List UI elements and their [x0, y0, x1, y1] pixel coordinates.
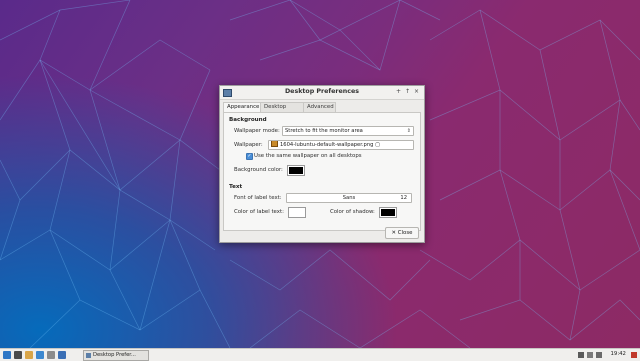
desktop-icon[interactable]: [14, 351, 22, 359]
tab-advanced[interactable]: Advanced: [303, 102, 336, 112]
window-icon: [86, 353, 91, 358]
wallpaper-label: Wallpaper:: [234, 142, 263, 148]
shadow-color-button[interactable]: [379, 207, 397, 218]
task-label: Desktop Prefer...: [93, 352, 136, 358]
titlebar[interactable]: Desktop Preferences + ↑ ×: [220, 86, 424, 100]
folder-open-icon: ▢: [375, 142, 380, 148]
bg-color-label: Background color:: [234, 167, 283, 173]
workspace-icon[interactable]: [58, 351, 66, 359]
wallpaper-file-button[interactable]: 1604-lubuntu-default-wallpaper.png ▢: [268, 140, 414, 150]
text-section-title: Text: [229, 184, 243, 190]
battery-icon[interactable]: [596, 352, 602, 358]
menu-icon[interactable]: [3, 351, 11, 359]
folder-icon[interactable]: [25, 351, 33, 359]
close-button-label: Close: [397, 230, 413, 236]
label-color-button[interactable]: [288, 207, 306, 218]
appearance-panel: Background Wallpaper mode: Stretch to fi…: [223, 112, 421, 231]
background-section-title: Background: [229, 117, 267, 123]
font-size: 12: [400, 195, 407, 201]
label-color-label: Color of label text:: [234, 209, 284, 215]
bg-color-button[interactable]: [287, 165, 305, 176]
shadow-color-swatch: [381, 209, 395, 216]
chevron-updown-icon: ⇕: [406, 128, 411, 134]
network-icon[interactable]: [578, 352, 584, 358]
maximize-button[interactable]: ↑: [404, 88, 411, 96]
font-label: Font of label text:: [234, 195, 282, 201]
font-name: Sans: [342, 195, 356, 201]
clock[interactable]: 19:42: [610, 351, 626, 357]
volume-icon[interactable]: [587, 352, 593, 358]
taskbar-task-desktop-preferences[interactable]: Desktop Prefer...: [83, 350, 149, 361]
image-file-icon: [271, 141, 278, 147]
close-button[interactable]: ✕ Close: [385, 227, 419, 239]
wallpaper-mode-value: Stretch to fit the monitor area: [285, 128, 363, 134]
wallpaper-mode-select[interactable]: Stretch to fit the monitor area ⇕: [282, 126, 414, 136]
same-wallpaper-label: Use the same wallpaper on all desktops: [254, 153, 362, 159]
minimize-button[interactable]: +: [395, 88, 402, 96]
wallpaper-filename: 1604-lubuntu-default-wallpaper.png: [280, 142, 374, 148]
close-window-button[interactable]: ×: [413, 88, 420, 96]
same-wallpaper-checkbox[interactable]: ✓: [246, 153, 253, 160]
shadow-color-label: Color of shadow:: [330, 209, 375, 215]
terminal-icon[interactable]: [47, 351, 55, 359]
power-icon[interactable]: [631, 352, 637, 358]
wallpaper-mode-label: Wallpaper mode:: [234, 128, 280, 134]
tab-desktop-icons[interactable]: Desktop Icons: [260, 102, 304, 119]
browser-icon[interactable]: [36, 351, 44, 359]
close-icon: ✕: [391, 230, 397, 236]
label-color-swatch: [290, 209, 304, 216]
taskbar: Desktop Prefer... 19:42: [0, 348, 640, 361]
font-button[interactable]: Sans 12: [286, 193, 412, 203]
dialog-title: Desktop Preferences: [284, 88, 360, 95]
desktop-preferences-dialog: Desktop Preferences + ↑ × Appearance Des…: [219, 85, 425, 243]
bg-color-swatch: [289, 167, 303, 174]
